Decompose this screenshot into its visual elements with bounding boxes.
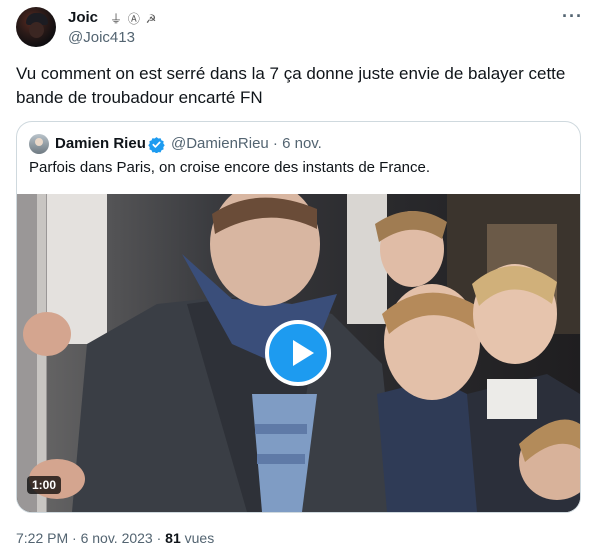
views-count: 81 (165, 530, 181, 546)
video-player[interactable]: 1:00 (17, 194, 580, 512)
tweet-metadata: 7:22 PM · 6 nov. 2023 · 81 vues (16, 530, 214, 546)
tweet: Joic ⏚ Ⓐ ☭ @Joic413 ··· Vu comment on es… (0, 0, 594, 555)
video-duration: 1:00 (27, 476, 62, 494)
author-handle[interactable]: @Joic413 (68, 29, 135, 46)
quoted-tweet-text: Parfois dans Paris, on croise encore des… (29, 159, 431, 176)
verified-badge-icon (148, 137, 165, 153)
author-name[interactable]: Joic (68, 9, 98, 26)
author-avatar[interactable] (16, 7, 56, 47)
views-label: vues (180, 530, 215, 546)
tweet-text: Vu comment on est serré dans la 7 ça don… (16, 64, 566, 107)
quoted-author-handle[interactable]: @DamienRieu · 6 nov. (171, 135, 322, 152)
play-icon (293, 340, 314, 366)
quoted-author-avatar[interactable] (29, 134, 49, 154)
author-emoji-badges: ⏚ Ⓐ ☭ (110, 12, 158, 26)
quoted-tweet[interactable]: Damien Rieu @DamienRieu · 6 nov. Parfois… (16, 121, 581, 513)
play-button[interactable] (265, 320, 331, 386)
more-icon[interactable]: ··· (562, 6, 583, 27)
tweet-timestamp[interactable]: 7:22 PM · 6 nov. 2023 · (16, 530, 165, 546)
quoted-author-name[interactable]: Damien Rieu (55, 135, 146, 152)
